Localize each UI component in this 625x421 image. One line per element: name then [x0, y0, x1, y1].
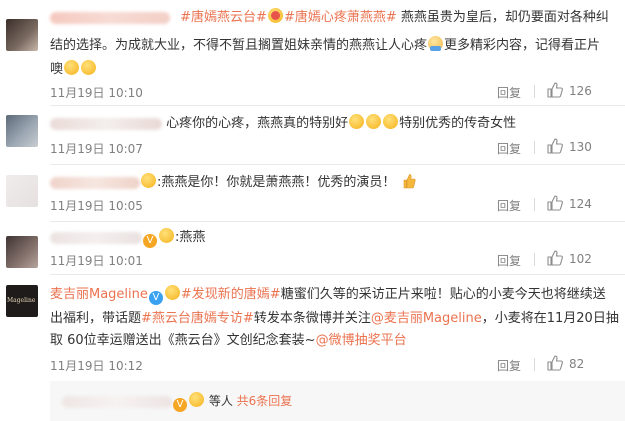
comment-text: 噢 [50, 60, 97, 80]
thumbs-up-icon [547, 138, 563, 154]
username[interactable] [62, 395, 172, 408]
divider [534, 85, 535, 98]
comment-body: 更多精彩内容，记得看正片 [444, 38, 601, 53]
verified-badge-icon: V [143, 234, 157, 248]
reply-button[interactable]: 回复 [497, 84, 521, 101]
divider [534, 141, 535, 154]
emoji-icon [81, 60, 97, 75]
timestamp: 11月19日 10:01 [50, 254, 143, 268]
username[interactable] [50, 117, 162, 130]
like-count: 130 [569, 140, 592, 154]
thumbs-up-icon [547, 250, 563, 266]
username[interactable] [50, 231, 142, 244]
comment-item: :燕燕是你！你就是萧燕燕！优秀的演员！ 11月19日 10:05 回复 124 [0, 165, 625, 225]
avatar[interactable] [6, 115, 38, 147]
avatar[interactable] [6, 175, 38, 207]
like-count: 124 [569, 197, 592, 211]
emoji-icon [349, 114, 365, 129]
view-replies-link[interactable]: 共6条回复 [237, 394, 293, 408]
avatar[interactable] [6, 236, 38, 268]
sub-replies-summary[interactable]: V 等人 共6条回复 [62, 391, 292, 412]
comment-text: 结的选择。为成就大业，不得不暂且搁置姐妹亲情的燕燕让人心疼 更多精彩内容，记得看正… [50, 36, 600, 56]
timestamp: 11月19日 10:05 [50, 199, 143, 213]
thumbs-up-icon [547, 195, 563, 211]
reply-button[interactable]: 回复 [497, 197, 521, 214]
others-label: 等人 [208, 394, 233, 408]
comment-item: V :燕燕 11月19日 10:01 回复 102 [0, 222, 625, 274]
sub-replies-panel: V 等人 共6条回复 [50, 381, 625, 421]
comment-item: Mageline 麦吉丽Mageline V #发现新的唐嫣#糖蜜们久等的采访正片来… [0, 275, 625, 421]
avatar[interactable]: Mageline [6, 285, 38, 317]
comment-body: 燕燕虽贵为皇后，却仍要面对各种纠 [400, 10, 609, 25]
emoji-icon [64, 60, 80, 75]
comment-body: 转发本条微博并关注 [253, 311, 371, 326]
comment-text: 出福利，带话题#燕云台唐嫣专访#转发本条微博并关注@麦吉丽Mageline，小麦… [50, 309, 619, 329]
comment-body: 噢 [50, 62, 64, 77]
mention-link[interactable]: @微博抽奖平台 [316, 333, 407, 348]
hashtag[interactable]: #唐嫣燕云台# [180, 10, 267, 25]
comment-body: ，小麦将在11月20日抽 [481, 311, 619, 326]
comment-body: 取 60位幸运赠送出《燕云台》文创纪念套装~ [50, 333, 316, 348]
comment-text: V :燕燕 [50, 228, 205, 248]
reply-button[interactable]: 回复 [497, 252, 521, 269]
comment-text: 取 60位幸运赠送出《燕云台》文创纪念套装~@微博抽奖平台 [50, 331, 407, 351]
comment-body: 结的选择。为成就大业，不得不暂且搁置姐妹亲情的燕燕让人心疼 [50, 38, 428, 53]
timestamp: 11月19日 10:07 [50, 142, 143, 156]
emoji-icon [267, 8, 283, 23]
emoji-icon [189, 392, 204, 407]
reply-button[interactable]: 回复 [497, 357, 521, 374]
comment-item: 心疼你的心疼，燕燕真的特别好 特别优秀的传奇女性 11月19日 10:07 回复 … [0, 106, 625, 166]
thumbs-up-icon [547, 355, 563, 371]
emoji-icon [159, 228, 174, 243]
comment-text: #唐嫣燕云台# #唐嫣心疼萧燕燕# 燕燕虽贵为皇后，却仍要面对各种纠 [50, 8, 609, 28]
comment-body: :燕燕是你！你就是萧燕燕！优秀的演员！ [157, 175, 396, 190]
comment-text: :燕燕是你！你就是萧燕燕！优秀的演员！ [50, 173, 416, 193]
divider [534, 253, 535, 266]
emoji-icon [383, 114, 399, 129]
emoji-icon [366, 114, 382, 129]
comment-body: 糖蜜们久等的采访正片来啦！贴心的小麦今天也将继续送 [280, 287, 606, 302]
like-count: 82 [569, 357, 585, 371]
reply-button[interactable]: 回复 [497, 140, 521, 157]
username[interactable] [50, 11, 170, 24]
avatar[interactable] [6, 19, 38, 51]
mention-link[interactable]: @麦吉丽Mageline [371, 311, 482, 326]
avatar-logo-text: Mageline [7, 297, 36, 304]
comment-body: 心疼你的心疼，燕燕真的特别好 [166, 116, 349, 131]
timestamp: 11月19日 10:12 [50, 359, 143, 373]
hashtag[interactable]: #发现新的唐嫣# [181, 287, 281, 302]
hashtag[interactable]: #唐嫣心疼萧燕燕# [284, 10, 397, 25]
comment-body: 特别优秀的传奇女性 [399, 116, 517, 131]
emoji-icon [164, 285, 180, 300]
username[interactable] [50, 176, 140, 189]
comment-body: :燕燕 [175, 230, 206, 245]
comment-text: 麦吉丽Mageline V #发现新的唐嫣#糖蜜们久等的采访正片来啦！贴心的小麦今天… [50, 285, 606, 305]
divider [534, 198, 535, 211]
emoji-icon [141, 173, 156, 188]
verified-badge-icon: V [148, 291, 163, 305]
comment-text: 心疼你的心疼，燕燕真的特别好 特别优秀的传奇女性 [50, 114, 516, 134]
comment-body: 出福利，带话题 [50, 311, 142, 326]
comment-item: #唐嫣燕云台# #唐嫣心疼萧燕燕# 燕燕虽贵为皇后，却仍要面对各种纠 结的选择。为… [0, 0, 625, 104]
thumbs-up-icon [547, 82, 563, 98]
like-count: 126 [569, 84, 592, 98]
hashtag[interactable]: #燕云台唐嫣专访# [141, 311, 254, 326]
thumbs-up-emoji-icon [403, 174, 416, 189]
timestamp: 11月19日 10:10 [50, 86, 143, 100]
username[interactable]: 麦吉丽Mageline [50, 287, 148, 302]
verified-badge-icon: V [173, 398, 187, 412]
like-count: 102 [569, 252, 592, 266]
emoji-icon [428, 36, 444, 51]
divider [534, 358, 535, 371]
